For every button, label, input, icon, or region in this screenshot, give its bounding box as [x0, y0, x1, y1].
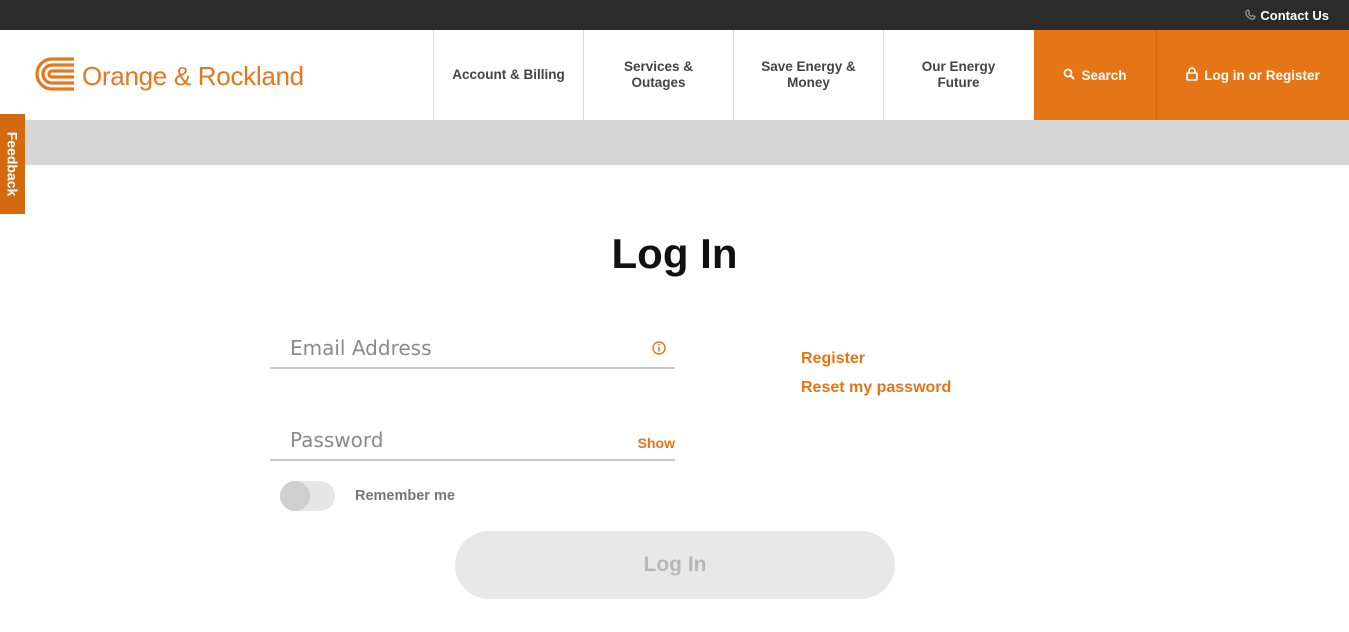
search-icon — [1063, 68, 1076, 83]
feedback-tab[interactable]: Feedback — [0, 114, 25, 214]
feedback-label: Feedback — [4, 131, 21, 197]
lock-icon — [1186, 66, 1199, 84]
login-register-label: Log in or Register — [1204, 67, 1320, 83]
orange-rockland-logo-icon — [34, 56, 76, 97]
page-title: Log In — [611, 230, 738, 277]
show-password-toggle[interactable]: Show — [638, 435, 675, 451]
home-logo-link[interactable]: Orange & Rockland — [34, 56, 304, 97]
nav-item-account-billing[interactable]: Account & Billing — [433, 30, 583, 120]
top-utility-bar: Contact Us — [0, 0, 1349, 30]
logo-text: Orange & Rockland — [82, 61, 304, 91]
email-input[interactable] — [270, 329, 675, 367]
nav-item-save-energy-money[interactable]: Save Energy & Money — [733, 30, 883, 120]
register-link[interactable]: Register — [801, 350, 951, 368]
password-field: Show — [270, 421, 675, 461]
site-header: Orange & Rockland Account & Billing Serv… — [0, 30, 1349, 121]
search-button[interactable]: Search — [1034, 30, 1156, 120]
remember-me-toggle[interactable] — [280, 481, 335, 511]
main-nav: Account & Billing Services & Outages Sav… — [433, 30, 1033, 120]
login-register-button[interactable]: Log in or Register — [1156, 30, 1349, 120]
search-label: Search — [1081, 67, 1127, 83]
contact-us-label: Contact Us — [1260, 7, 1329, 23]
account-links: Register Reset my password — [801, 350, 951, 408]
contact-us-link[interactable]: Contact Us — [1244, 0, 1329, 30]
info-icon[interactable] — [652, 341, 666, 360]
nav-item-our-energy-future[interactable]: Our Energy Future — [883, 30, 1033, 120]
remember-me-label: Remember me — [355, 488, 455, 504]
password-input[interactable] — [270, 421, 675, 459]
toggle-knob — [280, 481, 310, 511]
login-submit-button[interactable]: Log In — [455, 531, 895, 599]
nav-item-services-outages[interactable]: Services & Outages — [583, 30, 733, 120]
phone-icon — [1244, 9, 1256, 21]
email-field — [270, 329, 675, 369]
reset-password-link[interactable]: Reset my password — [801, 379, 951, 397]
breadcrumb-band — [0, 121, 1349, 165]
